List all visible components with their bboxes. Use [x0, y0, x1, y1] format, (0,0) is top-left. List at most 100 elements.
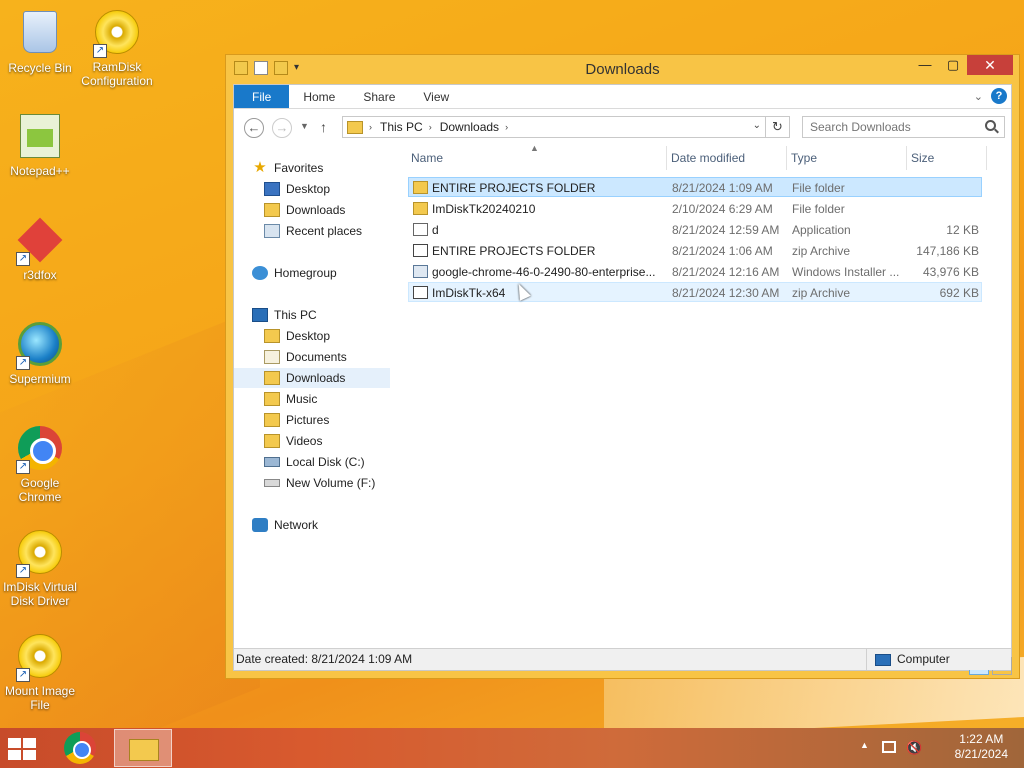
nav-network[interactable]: Network — [252, 515, 318, 535]
show-hidden-icons-icon[interactable]: ▲ — [860, 740, 869, 750]
taskbar-file-explorer-icon[interactable] — [114, 729, 172, 767]
refresh-button[interactable]: ↻ — [766, 116, 790, 138]
tab-home[interactable]: Home — [289, 85, 349, 108]
file-row[interactable]: ImDiskTk20240210 2/10/2024 6:29 AM File … — [408, 198, 982, 218]
start-button[interactable] — [8, 738, 38, 760]
desktop-icon-label: RamDisk Configuration — [81, 60, 153, 88]
file-row[interactable]: ENTIRE PROJECTS FOLDER 8/21/2024 1:09 AM… — [408, 177, 982, 197]
file-row[interactable]: d 8/21/2024 12:59 AM Application 12 KB — [408, 219, 982, 239]
chevron-down-icon[interactable]: ⌄ — [753, 120, 761, 131]
desktop-icon-imdisk-virtual-disk-driver[interactable]: ↗ ImDisk Virtual Disk Driver — [0, 528, 80, 608]
desktop-icon-notepad-plus-plus[interactable]: Notepad++ — [0, 112, 80, 178]
expand-ribbon-icon[interactable]: ⌄ — [974, 90, 983, 103]
location-computer: Computer — [866, 649, 1014, 670]
search-icon[interactable] — [985, 120, 996, 131]
desktop-icon-label: Recycle Bin — [8, 61, 72, 75]
desktop-icon-google-chrome[interactable]: ↗ Google Chrome — [0, 424, 80, 504]
taskbar-chrome-icon[interactable] — [64, 732, 96, 764]
nav-favorites-desktop[interactable]: Desktop — [264, 179, 330, 199]
navigation-pane: ★ Favorites Desktop Downloads Recent plac… — [234, 146, 394, 626]
column-divider[interactable] — [986, 146, 987, 170]
column-divider[interactable] — [786, 146, 787, 170]
nav-recent-places[interactable]: Recent places — [264, 221, 362, 241]
nav-favorites[interactable]: ★ Favorites — [252, 158, 323, 178]
minimize-button[interactable]: — — [911, 55, 939, 75]
volume-muted-icon[interactable]: 🔇 — [906, 740, 922, 756]
nav-new-volume-f[interactable]: New Volume (F:) — [264, 473, 375, 493]
tab-view[interactable]: View — [409, 85, 463, 108]
tab-share[interactable]: Share — [349, 85, 409, 108]
nav-homegroup[interactable]: Homegroup — [252, 263, 337, 283]
recent-locations-icon[interactable]: ▼ — [300, 121, 309, 131]
search-input[interactable] — [802, 116, 1005, 138]
installer-icon — [413, 265, 428, 278]
forward-button[interactable]: → — [272, 118, 292, 138]
desktop-icon — [264, 182, 280, 196]
folder-icon — [413, 181, 428, 194]
column-header-name[interactable]: Name — [411, 146, 443, 170]
column-header-date-modified[interactable]: Date modified — [671, 146, 745, 170]
system-tray: ▲ 🔇 1:22 AM 8/21/2024 — [854, 728, 1024, 768]
clock-time: 1:22 AM — [959, 732, 1004, 746]
nav-local-disk-c[interactable]: Local Disk (C:) — [264, 452, 365, 472]
clock[interactable]: 1:22 AM 8/21/2024 — [955, 732, 1008, 762]
application-icon — [413, 223, 428, 236]
column-header-type[interactable]: Type — [791, 146, 817, 170]
close-button[interactable]: ✕ — [967, 55, 1013, 75]
nav-pictures[interactable]: Pictures — [264, 410, 329, 430]
breadcrumb-this-pc[interactable]: This PC — [380, 120, 423, 134]
drive-icon — [264, 479, 280, 487]
title-bar[interactable]: ▾ Downloads — ▢ ✕ — [226, 55, 1019, 83]
desktop-icon-label: Supermium — [9, 372, 71, 386]
zip-archive-icon — [413, 244, 428, 257]
file-row[interactable]: ENTIRE PROJECTS FOLDER 8/21/2024 1:06 AM… — [408, 240, 982, 260]
nav-favorites-downloads[interactable]: Downloads — [264, 200, 345, 220]
up-button[interactable]: ↑ — [320, 119, 327, 135]
desktop-icon-label: Mount Image File — [4, 684, 76, 712]
hard-disk-icon — [264, 457, 280, 467]
r3dfox-icon: ↗ — [16, 217, 64, 266]
recent-places-icon — [264, 224, 280, 238]
file-row[interactable]: google-chrome-46-0-2490-80-enterprise...… — [408, 261, 982, 281]
homegroup-icon — [252, 266, 268, 280]
music-folder-icon — [264, 392, 280, 406]
shortcut-arrow-icon: ↗ — [16, 460, 30, 474]
nav-documents[interactable]: Documents — [264, 347, 347, 367]
breadcrumb-separator-icon[interactable]: › — [505, 122, 508, 132]
back-button[interactable]: ← — [244, 118, 264, 138]
nav-music[interactable]: Music — [264, 389, 317, 409]
sort-ascending-icon: ▲ — [530, 143, 539, 153]
column-divider[interactable] — [666, 146, 667, 170]
shortcut-arrow-icon: ↗ — [16, 252, 30, 266]
nav-videos[interactable]: Videos — [264, 431, 322, 451]
network-icon — [252, 518, 268, 532]
breadcrumb-downloads[interactable]: Downloads — [440, 120, 499, 134]
nav-this-pc[interactable]: This PC — [252, 305, 317, 325]
videos-folder-icon — [264, 434, 280, 448]
address-bar[interactable]: › This PC › Downloads › ⌄ — [342, 116, 766, 138]
breadcrumb-separator-icon[interactable]: › — [429, 122, 432, 132]
folder-icon — [413, 202, 428, 215]
address-row: ← → ▼ ↑ › This PC › Downloads › ⌄ ↻ — [234, 109, 1011, 145]
computer-icon — [252, 308, 268, 322]
network-status-icon[interactable] — [882, 741, 896, 753]
tab-file[interactable]: File — [234, 85, 290, 108]
window-title: Downloads — [585, 61, 660, 78]
explorer-window: ▾ Downloads — ▢ ✕ File Home Share View ⌄… — [225, 54, 1020, 679]
desktop-icon-mount-image-file[interactable]: ↗ Mount Image File — [0, 632, 80, 712]
desktop-icon-label: Notepad++ — [10, 164, 70, 178]
desktop-icon-ramdisk-configuration[interactable]: ↗ RamDisk Configuration — [77, 8, 157, 88]
column-header-size[interactable]: Size — [911, 146, 934, 170]
desktop-icon-recycle-bin[interactable]: Recycle Bin — [0, 8, 80, 75]
nav-this-pc-downloads[interactable]: Downloads — [234, 368, 390, 388]
maximize-button[interactable]: ▢ — [939, 55, 967, 75]
nav-this-pc-desktop[interactable]: Desktop — [264, 326, 330, 346]
desktop-icon-r3dfox[interactable]: ↗ r3dfox — [0, 216, 80, 282]
breadcrumb-separator-icon[interactable]: › — [369, 122, 372, 132]
column-divider[interactable] — [906, 146, 907, 170]
pictures-folder-icon — [264, 413, 280, 427]
shortcut-arrow-icon: ↗ — [16, 564, 30, 578]
file-row[interactable]: ImDiskTk-x64 8/21/2024 12:30 AM zip Arch… — [408, 282, 982, 302]
desktop-icon-supermium[interactable]: ↗ Supermium — [0, 320, 80, 386]
help-icon[interactable]: ? — [991, 88, 1007, 104]
